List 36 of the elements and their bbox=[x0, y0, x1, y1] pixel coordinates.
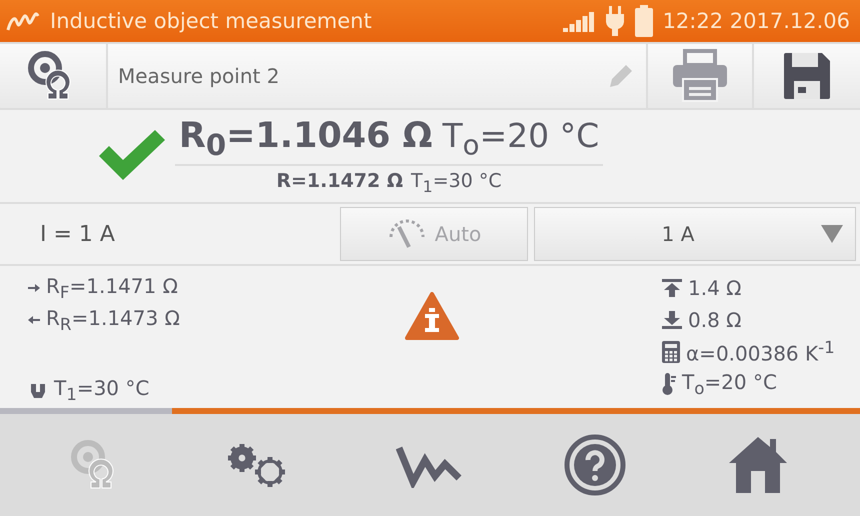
left-arrow-icon bbox=[28, 315, 40, 325]
resistance-value: R$_{0}$=1.1046 Ω bbox=[178, 116, 432, 162]
resistance-reading: R$_{F}$=1.1471 Ω bbox=[46, 274, 178, 302]
warning-icon bbox=[405, 292, 459, 340]
upload-icon bbox=[662, 279, 682, 297]
thermometer-icon bbox=[662, 373, 676, 395]
measured-resistance: R=1.1472 Ω bbox=[276, 170, 404, 192]
parameter-value: α=0.00386 K$^{-1}$ bbox=[686, 338, 835, 366]
clock: 12:22 2017.12.06 bbox=[662, 9, 850, 33]
current-label: I = 1 A bbox=[40, 222, 116, 246]
help-icon bbox=[564, 434, 626, 496]
help-button[interactable] bbox=[564, 434, 626, 496]
parameter-value: 0.8 Ω bbox=[688, 308, 742, 332]
home-icon bbox=[727, 435, 790, 495]
name-field[interactable]: Measure point 2 bbox=[108, 44, 646, 108]
measured-temperature: T$_{1}$=30 °C bbox=[411, 170, 502, 196]
right-arrow-icon bbox=[28, 283, 40, 293]
home-button[interactable] bbox=[727, 435, 790, 495]
dropdown-arrow-icon bbox=[821, 225, 843, 243]
signal-icon bbox=[562, 10, 595, 32]
download-icon bbox=[662, 311, 682, 329]
coil-icon bbox=[6, 10, 40, 32]
parameter-value: 1.4 Ω bbox=[688, 276, 742, 300]
printer-icon bbox=[671, 49, 729, 103]
measure-type-button[interactable] bbox=[0, 44, 106, 108]
window-title: Inductive object measurement bbox=[50, 9, 373, 33]
object-temperature: T$_{1}$=30 °C bbox=[54, 376, 150, 404]
range-dropdown[interactable]: 1 A bbox=[534, 207, 856, 261]
plug-icon bbox=[604, 6, 625, 36]
gauge-icon bbox=[386, 219, 427, 249]
reference-temperature: T$_{o}$=20 °C bbox=[442, 116, 600, 162]
battery-icon bbox=[634, 5, 653, 37]
parameter-value: T$_{o}$=20 °C bbox=[682, 370, 777, 398]
resistance-reading: R$_{R}$=1.1473 Ω bbox=[46, 306, 180, 334]
calculator-icon bbox=[662, 341, 680, 363]
save-button[interactable] bbox=[754, 44, 860, 108]
